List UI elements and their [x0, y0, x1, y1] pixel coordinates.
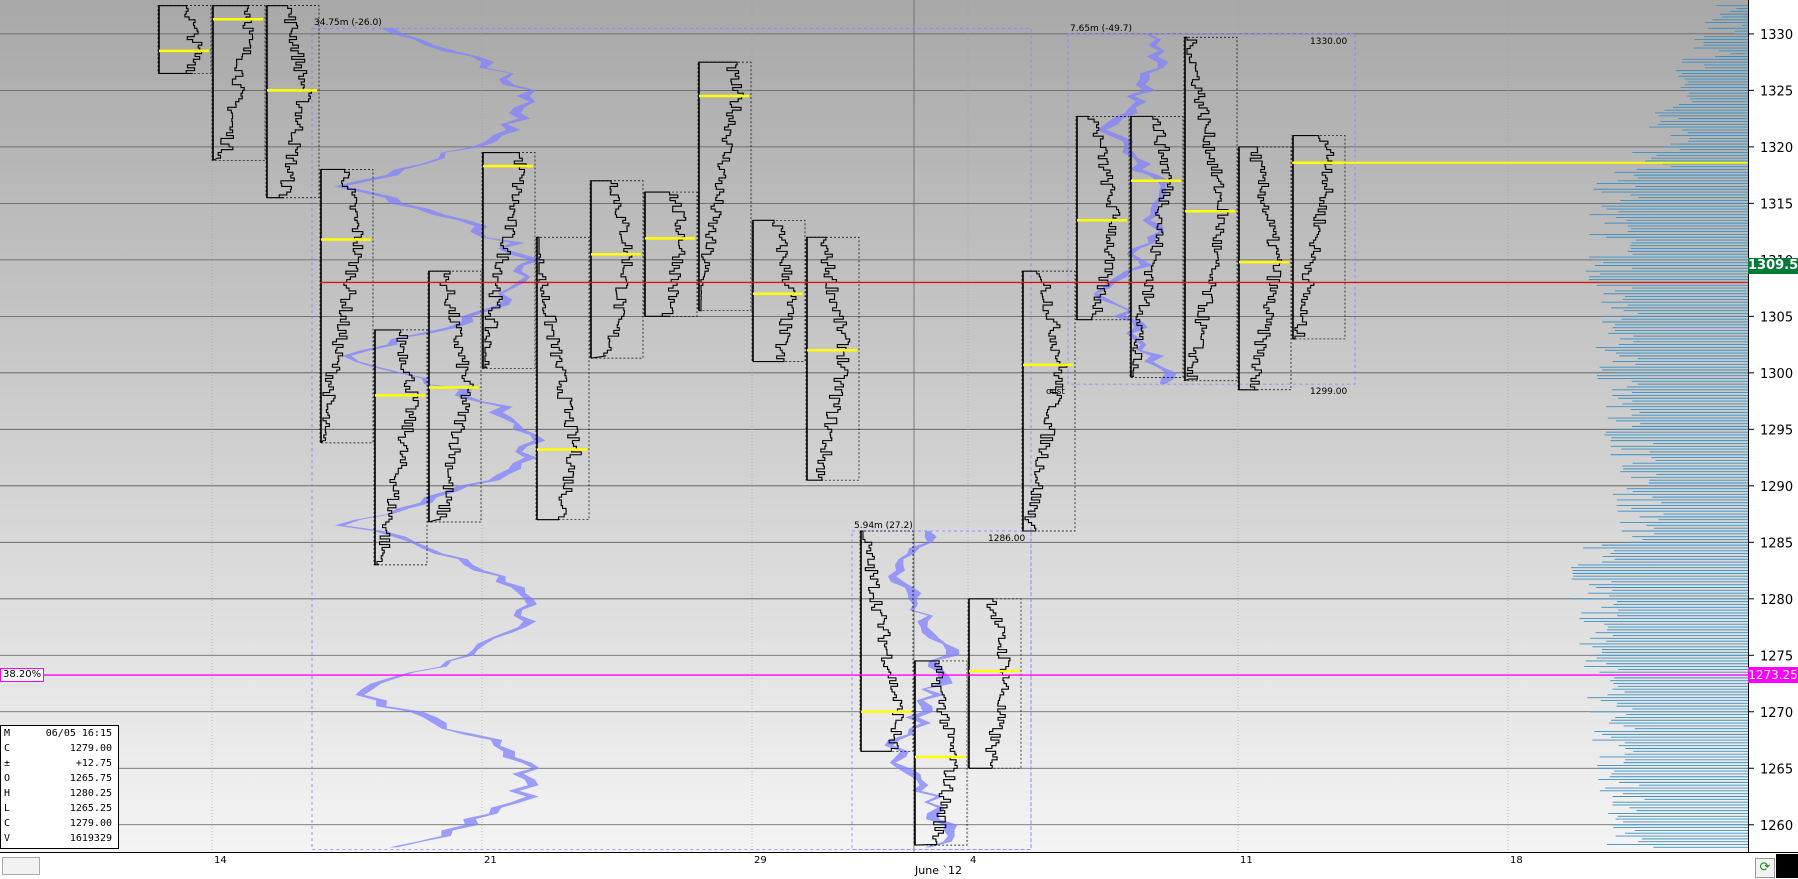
annotation-1: 1299.00	[1310, 387, 1347, 397]
ohlc-key: ±	[4, 758, 11, 769]
ohlc-value: +12.75	[75, 758, 112, 769]
ohlc-key: C	[4, 818, 11, 829]
time-tick-label-29: 29	[754, 855, 767, 866]
ohlc-key: H	[4, 788, 11, 799]
annotation-3: cust	[1046, 387, 1065, 397]
ohlc-key: L	[4, 803, 11, 814]
annotation-2: 1286.00	[988, 534, 1025, 544]
plot-background	[0, 0, 1748, 852]
last-price-flag: 1309.50	[1748, 257, 1798, 274]
ohlc-key: C	[4, 743, 11, 754]
ohlc-row: O 1265.75	[1, 771, 118, 786]
ohlc-row: H 1280.25	[1, 786, 118, 801]
ohlc-row: L 1265.25	[1, 801, 118, 816]
ohlc-row: M 06/05 16:15	[1, 726, 118, 741]
time-tick-label-18: 18	[1510, 855, 1523, 866]
ohlc-value: 06/05 16:15	[45, 728, 112, 739]
ohlc-key: O	[4, 773, 11, 784]
ohlc-row: V 1619329	[1, 831, 118, 846]
ohlc-row: ± +12.75	[1, 756, 118, 771]
ohlc-value: 1279.00	[69, 818, 112, 829]
ohlc-row: C 1279.00	[1, 816, 118, 831]
market-profile-chart[interactable]: 34.75m (-26.0)5.94m (27.2)7.65m (-49.7) …	[0, 0, 1798, 878]
ohlc-value: 1279.00	[69, 743, 112, 754]
ohlc-value: 1265.75	[69, 773, 112, 784]
ohlc-key: M	[4, 728, 11, 739]
composite-label-0: 34.75m (-26.0)	[314, 18, 382, 28]
refresh-icon[interactable]: ⟳	[1755, 858, 1775, 878]
time-axis[interactable]	[0, 852, 1798, 879]
ohlc-data-box: M 06/05 16:15 C 1279.00 ± +12.75 O 1265.75 H 1280…	[0, 725, 119, 849]
time-tick-label-11: 11	[1240, 855, 1253, 866]
chart-window: 34.75m (-26.0) 5.94m (27.2) 7.65m (-49.7) …	[0, 0, 1798, 879]
ohlc-key: V	[4, 833, 11, 844]
fib-price-flag: 1273.25	[1748, 667, 1798, 684]
time-tick-label-14: 14	[214, 855, 227, 866]
price-axis[interactable]	[1748, 0, 1798, 852]
annotation-0: 1330.00	[1310, 37, 1347, 47]
ohlc-value: 1265.25	[69, 803, 112, 814]
horizontal-scrollbar[interactable]	[2, 857, 40, 875]
corner-button[interactable]	[1776, 854, 1798, 878]
composite-label-2: 7.65m (-49.7)	[1070, 24, 1132, 34]
ohlc-row: C 1279.00	[1, 741, 118, 756]
time-tick-label-21: 21	[484, 855, 497, 866]
month-label: June `12	[915, 864, 962, 877]
ohlc-value: 1619329	[69, 833, 112, 844]
time-tick-label-4: 4	[970, 855, 977, 866]
fib-level-label: 38.20%	[0, 668, 45, 683]
composite-label-1: 5.94m (27.2)	[854, 521, 913, 531]
ohlc-value: 1280.25	[69, 788, 112, 799]
